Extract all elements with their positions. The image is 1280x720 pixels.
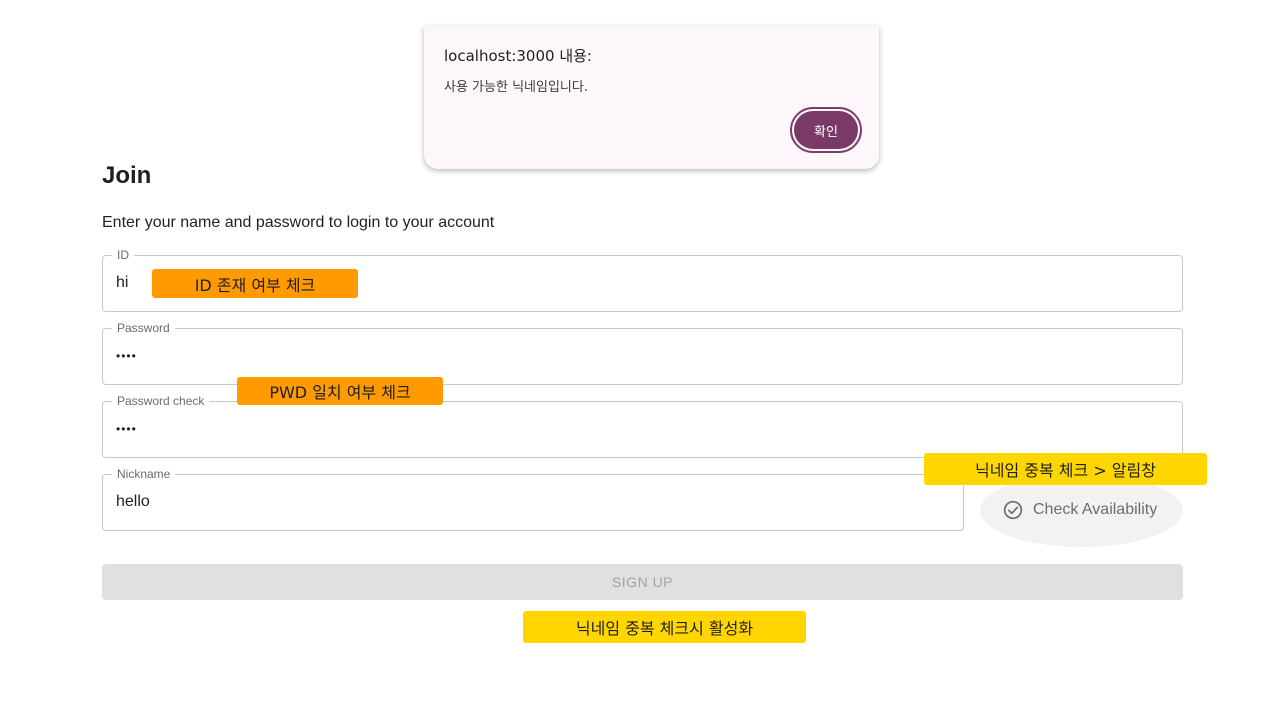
password-check-field[interactable]: Password check •••• [102, 394, 1183, 458]
dialog-ok-focus-ring: 확인 [790, 107, 862, 153]
password-check-field-value: •••• [116, 422, 137, 436]
annotation-pwd-check: PWD 일치 여부 체크 [237, 377, 443, 405]
check-availability-content: Check Availability [1003, 500, 1157, 520]
nickname-field[interactable]: Nickname hello [102, 467, 964, 531]
annotation-id-check: ID 존재 여부 체크 [152, 269, 358, 298]
dialog-title: localhost:3000 내용: [444, 47, 592, 65]
nickname-field-label: Nickname [112, 467, 176, 481]
check-availability-label: Check Availability [1033, 501, 1158, 518]
join-page: localhost:3000 내용: 사용 가능한 닉네임입니다. 확인 Joi… [0, 0, 1280, 720]
page-subtitle: Enter your name and password to login to… [102, 214, 495, 231]
page-title: Join [102, 162, 152, 189]
id-field-value: hi [116, 274, 129, 291]
annotation-signup-enable: 닉네임 중복 체크시 활성화 [523, 611, 806, 643]
password-field-label: Password [112, 321, 175, 335]
check-circle-icon [1003, 500, 1023, 520]
dialog-message: 사용 가능한 닉네임입니다. [444, 80, 588, 95]
nickname-field-value: hello [116, 493, 150, 510]
password-field-value: •••• [116, 349, 137, 363]
id-field-label: ID [112, 248, 134, 262]
signup-button[interactable]: SIGN UP [102, 564, 1183, 600]
password-check-field-label: Password check [112, 394, 210, 408]
dialog-ok-button[interactable]: 확인 [794, 111, 858, 149]
alert-dialog: localhost:3000 내용: 사용 가능한 닉네임입니다. 확인 [424, 26, 879, 169]
annotation-nickname-alert: 닉네임 중복 체크 > 알림창 [924, 453, 1207, 485]
